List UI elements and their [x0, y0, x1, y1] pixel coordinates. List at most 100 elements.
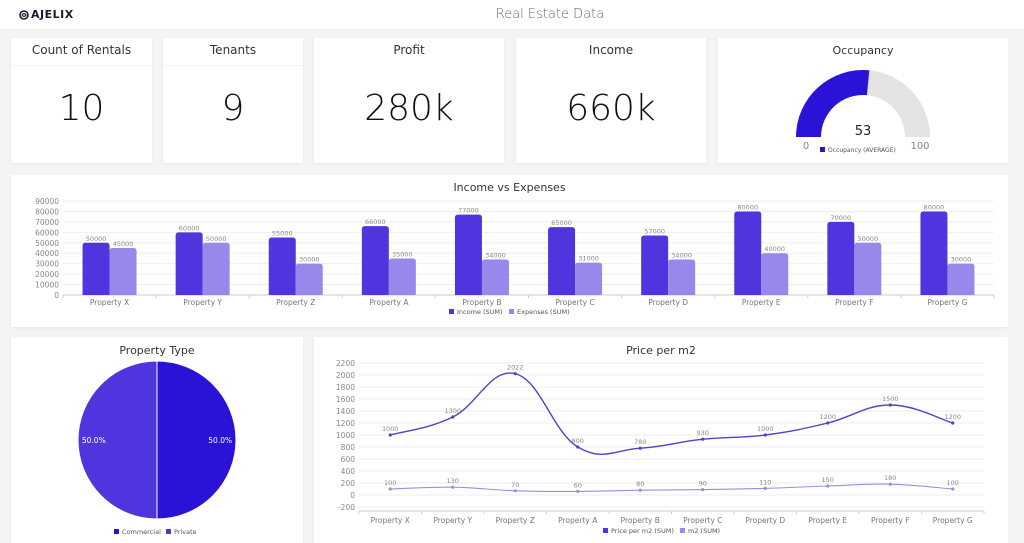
expenses-bar: [668, 259, 695, 295]
m2-point: [451, 486, 454, 489]
y-tick-label: 1200: [336, 419, 355, 428]
expenses-bar: [203, 243, 230, 295]
legend-label-income: Income (SUM): [457, 308, 503, 316]
point-value-label: 180: [884, 474, 896, 482]
point-value-label: 800: [572, 437, 584, 445]
x-tick-label: Property F: [871, 516, 909, 525]
y-tick-label: 60000: [35, 228, 59, 237]
expenses-bar: [482, 259, 509, 295]
income-bar: [362, 226, 389, 295]
bar-value-label: 77000: [458, 207, 479, 215]
bar-value-label: 35000: [392, 250, 413, 258]
price-per-m2-line: [390, 373, 953, 454]
kpi-value: 10: [11, 88, 152, 129]
price-point: [389, 433, 392, 436]
legend-swatch-m2: [680, 528, 685, 533]
point-value-label: 1200: [944, 413, 961, 421]
x-tick-label: Property G: [927, 298, 967, 307]
pie-slice-label: 50.0%: [82, 436, 106, 445]
gauge-track: [867, 70, 930, 137]
legend-swatch-private: [166, 529, 171, 534]
m2-point: [951, 487, 954, 490]
bar-value-label: 31000: [578, 255, 599, 263]
bar-value-label: 30000: [299, 256, 320, 264]
m2-point: [514, 489, 517, 492]
point-value-label: 1300: [444, 407, 461, 415]
price-point: [639, 447, 642, 450]
property-type-card: Property Type 50.0%50.0%CommercialPrivat…: [11, 337, 303, 543]
top-bar: AJELIX Real Estate Data: [0, 0, 1024, 30]
income-bar: [827, 222, 854, 295]
bar-value-label: 34000: [671, 251, 692, 259]
kpi-card-count-of-rentals: Count of Rentals 10: [11, 38, 152, 163]
point-value-label: 70: [511, 481, 519, 489]
kpi-label: Count of Rentals: [11, 43, 152, 57]
dashboard-title: Real Estate Data: [0, 7, 1024, 22]
income-bar: [176, 232, 203, 295]
x-tick-label: Property A: [369, 298, 409, 307]
kpi-card-profit: Profit 280k: [314, 38, 504, 163]
point-value-label: 90: [699, 480, 707, 488]
x-tick-label: Property Y: [183, 298, 222, 307]
point-value-label: 1000: [757, 425, 774, 433]
expenses-bar: [389, 258, 416, 295]
y-tick-label: 50000: [35, 239, 59, 248]
y-tick-label: 0: [350, 491, 355, 500]
kpi-value: 280k: [314, 88, 504, 129]
y-tick-label: 800: [341, 443, 356, 452]
gauge-value-label: 53: [855, 124, 872, 139]
kpi-value: 660k: [516, 88, 706, 129]
legend-label-m2: m2 (SUM): [688, 527, 720, 535]
kpi-label: Income: [516, 43, 706, 57]
legend-label-occupancy: Occupancy (AVERAGE): [828, 147, 896, 154]
point-value-label: 110: [759, 478, 771, 486]
gauge-max-label: 100: [910, 141, 929, 152]
price-point: [576, 445, 579, 448]
bar-value-label: 66000: [365, 218, 386, 226]
bar-value-label: 50000: [86, 235, 107, 243]
x-tick-label: Property Z: [276, 298, 315, 307]
income-bar: [920, 211, 947, 295]
price-point: [451, 415, 454, 418]
legend-label-commercial: Commercial: [122, 528, 161, 536]
x-tick-label: Property D: [745, 516, 785, 525]
legend-swatch-expenses: [509, 309, 514, 314]
legend-swatch-occupancy: [820, 147, 825, 152]
y-tick-label: 70000: [35, 218, 59, 227]
occupancy-card: Occupancy 530100Occupancy (AVERAGE): [718, 38, 1008, 163]
kpi-card-tenants: Tenants 9: [163, 38, 303, 163]
x-tick-label: Property B: [621, 516, 660, 525]
x-tick-label: Property D: [648, 298, 688, 307]
bar-value-label: 55000: [272, 230, 293, 238]
income-bar: [641, 235, 668, 295]
expenses-bar: [854, 243, 881, 295]
gauge-min-label: 0: [803, 141, 809, 152]
point-value-label: 100: [384, 479, 396, 487]
kpi-label: Tenants: [163, 43, 303, 57]
point-value-label: 150: [822, 476, 834, 484]
expenses-bar: [296, 264, 323, 295]
bar-value-label: 80000: [737, 203, 758, 211]
point-value-label: 2022: [507, 364, 524, 372]
expenses-bar: [947, 264, 974, 295]
x-tick-label: Property A: [558, 516, 598, 525]
expenses-bar: [761, 253, 788, 295]
bar-value-label: 45000: [113, 240, 134, 248]
x-tick-label: Property E: [808, 516, 847, 525]
y-tick-label: 1000: [336, 431, 355, 440]
price-point: [764, 433, 767, 436]
y-tick-label: 600: [341, 455, 356, 464]
legend-label-price: Price per m2 (SUM): [611, 527, 674, 535]
x-tick-label: Property G: [933, 516, 973, 525]
y-tick-label: 1600: [336, 395, 355, 404]
bar-value-label: 50000: [206, 235, 227, 243]
point-value-label: 1500: [882, 395, 899, 403]
m2-point: [764, 487, 767, 490]
y-tick-label: 2000: [336, 371, 355, 380]
point-value-label: 80: [636, 480, 644, 488]
x-tick-label: Property X: [90, 298, 129, 307]
price-point: [514, 372, 517, 375]
y-tick-label: 2200: [336, 359, 355, 368]
kpi-value: 9: [163, 88, 303, 129]
bar-value-label: 57000: [644, 227, 665, 235]
